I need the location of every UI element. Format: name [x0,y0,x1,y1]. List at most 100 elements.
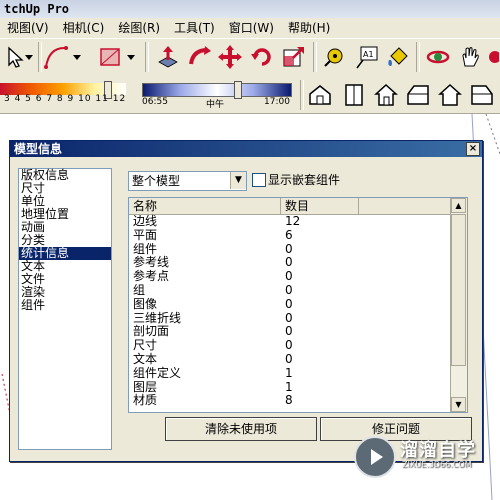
table-header: 名称 数目 [129,198,467,215]
month-ticks: 3 4 5 6 7 8 9 10 11 12 [4,94,127,104]
category-components[interactable]: 组件 [19,299,111,312]
column-header-count[interactable]: 数目 [281,198,359,214]
row-name: 图层 [133,379,158,394]
table-row[interactable]: 文本 0 [129,351,467,367]
iso-view-icon[interactable] [306,81,334,109]
table-row[interactable]: 材质 8 [129,394,467,408]
row-count: 0 [285,338,293,353]
table-row[interactable]: 参考点 0 [129,269,467,284]
orbit-icon[interactable] [424,43,452,71]
nested-components-label: 显示嵌套组件 [268,173,341,187]
table-row[interactable]: 参考线 0 [129,256,467,270]
table-row[interactable]: 平面 6 [129,227,467,243]
row-name: 剖切面 [133,324,170,339]
paint-bucket-icon[interactable] [384,43,412,71]
nested-components-checkbox[interactable] [252,173,266,187]
shadow-time-scale[interactable] [142,83,292,97]
menu-camera[interactable]: 相机(C) [56,18,112,38]
scroll-thumb[interactable] [451,214,466,366]
text-tool-glyph: A1 [363,50,374,59]
category-list: 版权信息 尺寸 单位 地理位置 动画 分类 统计信息 文本 文件 渲染 组件 [18,168,112,450]
menu-window[interactable]: 窗口(W) [222,18,281,38]
row-name: 平面 [133,227,158,242]
table-row[interactable]: 组0 [129,282,467,298]
menu-bar: 视图(V) 相机(C) 绘图(R) 工具(T) 窗口(W) 帮助(H) [0,18,500,38]
chevron-down-icon[interactable]: ▼ [230,172,246,189]
rectangle-dropdown-icon[interactable] [124,43,138,71]
time-end-label: 17:00 [264,97,290,107]
scroll-down-icon[interactable]: ▼ [451,397,466,412]
top-view-icon[interactable] [340,81,368,109]
row-count: 8 [285,393,293,408]
row-count: 6 [285,227,293,242]
row-count: 0 [285,310,293,325]
dialog-title: 模型信息 [14,142,63,156]
follow-me-icon[interactable] [186,43,214,71]
row-name: 尺寸 [133,338,158,353]
row-name: 边线 [133,214,158,228]
arc-dropdown-icon[interactable] [70,43,84,71]
front-view-icon[interactable] [372,81,400,109]
extra-tool-icon[interactable] [484,43,500,71]
menu-view[interactable]: 视图(V) [0,18,56,38]
back-view-icon[interactable] [436,81,464,109]
column-header-name[interactable]: 名称 [129,198,281,214]
scope-select[interactable]: 整个模型 ▼ [128,171,247,191]
statistics-table: 名称 数目 边线 12 平面 6 组件 0 参考线 0 参考点 0 组 0 图像 0 三维折线 0 剖切面 0 尺寸… [128,197,468,413]
right-view-icon[interactable] [404,81,432,109]
row-name: 文本 [133,351,158,366]
scope-select-value: 整个模型 [132,174,181,188]
arc-icon[interactable] [42,43,70,71]
model-info-dialog: 模型信息 × 版权信息 尺寸 单位 地理位置 动画 分类 统计信息 文本 文件 … [9,140,483,462]
row-name: 组 [133,282,146,297]
row-count: 0 [285,282,293,297]
move-icon[interactable] [216,43,244,71]
rotate-icon[interactable] [248,43,276,71]
push-pull-icon[interactable] [154,43,182,71]
close-icon[interactable]: × [466,142,480,156]
scroll-up-icon[interactable]: ▲ [451,198,466,213]
watermark-main-text: 溜溜自学 [400,440,476,461]
watermark: 溜溜自学 ZIXUE.3D66.COM [350,432,500,478]
table-row[interactable]: 三维折线 0 [129,310,467,326]
row-name: 参考点 [133,269,170,284]
app-title-bar: tchUp Pro [0,0,500,18]
menu-tools[interactable]: 工具(T) [167,18,222,38]
menu-draw[interactable]: 绘图(R) [111,18,167,38]
table-row[interactable]: 组件 0 [129,242,467,257]
row-name: 图像 [133,296,158,311]
table-scrollbar[interactable]: ▲ ▼ [450,198,467,412]
purge-unused-button[interactable]: 清除未使用项 [165,417,317,441]
dialog-title-bar: 模型信息 × [10,141,482,157]
rectangle-icon[interactable] [96,43,124,71]
text-label-icon[interactable]: A1 [352,43,380,71]
table-row[interactable]: 尺寸 0 [129,338,467,353]
time-mid-label: 中午 [206,100,225,110]
table-row[interactable]: 图层 1 [129,379,467,395]
row-name: 组件定义 [133,365,182,380]
table-body: 边线 12 平面 6 组件 0 参考线 0 参考点 0 组 0 图像 0 三维折线 0 剖切面 0 尺寸 0 文本 0 组件… [129,214,467,408]
main-toolbar: A1 [0,38,500,78]
app-title: tchUp Pro [4,2,70,16]
time-slider[interactable] [234,81,242,99]
scale-icon[interactable] [280,43,308,71]
watermark-play-icon [354,436,396,478]
menu-help[interactable]: 帮助(H) [281,18,337,38]
row-name: 材质 [133,393,158,408]
tape-measure-icon[interactable] [320,43,348,71]
table-row[interactable]: 剖切面 0 [129,325,467,339]
row-count: 0 [285,324,293,339]
row-count: 1 [285,379,293,394]
row-count: 0 [285,351,293,366]
table-row[interactable]: 图像 0 [129,296,467,312]
pan-hand-icon[interactable] [456,43,484,71]
row-count: 0 [285,296,293,311]
row-count: 0 [285,255,293,270]
left-view-icon[interactable] [468,81,496,109]
table-row[interactable]: 组件定义 1 [129,365,467,381]
column-header-blank [359,198,451,214]
row-count: 0 [285,269,293,284]
select-dropdown-icon[interactable] [22,43,36,71]
table-row[interactable]: 边线 12 [129,214,467,229]
time-start-label: 06:55 [142,97,168,107]
